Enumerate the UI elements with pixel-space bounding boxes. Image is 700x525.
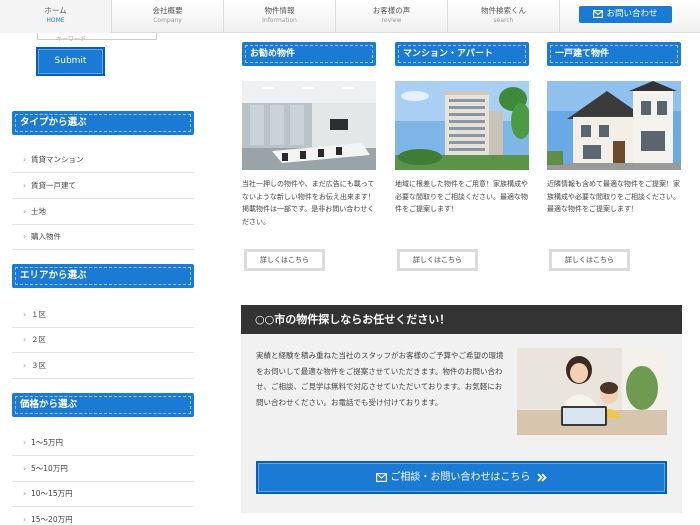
top-nav: ホーム HOME 会社概要 Company 物件情報 Information お… [0, 0, 700, 33]
sidebar-item-type[interactable]: 賃貸マンション [12, 147, 194, 173]
mail-icon [593, 9, 604, 18]
property-description: 当社一押しの物件や、まだ広告にも載ってないような新しい物件をお伝え出来ます！掲載… [242, 180, 375, 226]
sidebar-item-price[interactable]: 1〜5万円 [12, 430, 194, 456]
sidebar-item-price[interactable]: 15〜20万円 [12, 507, 194, 525]
office-photo [242, 81, 376, 170]
sidebar-item-label: 5〜10万円 [31, 464, 68, 473]
nav-label: お客様の声 [372, 6, 411, 15]
nav-sublabel: Company [153, 17, 182, 24]
nav-label: 物件検索くん [481, 6, 526, 15]
sidebar-item-type[interactable]: 土地 [12, 199, 194, 225]
sidebar-item-label: 1〜5万円 [31, 438, 64, 447]
nav-contact-button[interactable]: お問い合わせ [579, 6, 672, 23]
sidebar-item-price[interactable]: 10〜15万円 [12, 481, 194, 507]
nav-item-information[interactable]: 物件情報 Information [224, 0, 336, 33]
sidebar-item-label: 15〜20万円 [31, 515, 73, 524]
sidebar-item-type[interactable]: 賃貸一戸建て [12, 173, 194, 199]
sidebar-item-area[interactable]: ２区 [12, 327, 194, 353]
nav-item-review[interactable]: お客様の声 review [336, 0, 448, 33]
property-heading: マンション・アパート [395, 42, 529, 66]
apartment-photo [395, 81, 529, 170]
search-placeholder: キーワード [56, 36, 87, 43]
promo-title: ○○市の物件探しならお任せください！ [241, 305, 682, 334]
house-photo [547, 81, 681, 170]
sidebar-item-label: 10〜15万円 [31, 489, 73, 498]
property-description: 地域に根差した物件をご用意！家族構成や必要な間取りをご相談ください。最適な物件を… [395, 180, 528, 213]
sidebar-item-label: 購入物件 [31, 232, 61, 241]
sidebar-item-label: 賃貸一戸建て [31, 181, 76, 190]
type-heading: タイプから選ぶ [12, 111, 194, 135]
page: ホーム HOME 会社概要 Company 物件情報 Information お… [0, 0, 700, 525]
nav-item-search[interactable]: 物件検索くん search [448, 0, 560, 33]
sidebar-item-label: ２区 [31, 335, 46, 344]
double-chevron-right-icon [536, 472, 547, 482]
nav-item-company[interactable]: 会社概要 Company [112, 0, 224, 33]
mail-icon [376, 472, 388, 482]
sidebar-item-label: ３区 [31, 361, 46, 370]
property-heading: 一戸建て物件 [547, 42, 681, 66]
sidebar-item-type[interactable]: 購入物件 [12, 224, 194, 250]
sidebar-item-label: 土地 [31, 207, 46, 216]
nav-sublabel: Information [262, 17, 297, 24]
promo-section: ○○市の物件探しならお任せください！ 実績と経験を積み重ねた当社のスタッフがお客… [241, 305, 682, 513]
more-button[interactable]: 詳しくはこちら [244, 249, 325, 271]
nav-label: 会社概要 [152, 6, 183, 15]
more-button[interactable]: 詳しくはこちら [549, 249, 630, 271]
nav-sublabel: review [381, 17, 402, 24]
nav-sublabel: HOME [46, 17, 65, 24]
contact-cta-button[interactable]: ご相談・お問い合わせはこちら [256, 461, 667, 494]
sidebar-item-label: 賃貸マンション [31, 155, 84, 164]
sidebar-item-area[interactable]: ３区 [12, 353, 194, 379]
nav-label: 物件情報 [264, 6, 295, 15]
property-description: 近隣情報も含めて最適な物件をご提案！家族構成や必要な間取りをご相談ください。最適… [547, 180, 680, 213]
price-heading: 価格から選ぶ [12, 393, 194, 417]
sidebar-item-label: １区 [31, 310, 46, 319]
nav-item-home[interactable]: ホーム HOME [0, 0, 112, 33]
sidebar-item-price[interactable]: 5〜10万円 [12, 456, 194, 482]
more-button[interactable]: 詳しくはこちら [397, 249, 478, 271]
family-photo [517, 348, 667, 435]
promo-text: 実績と経験を積み重ねた当社のスタッフがお客様のご予算やご希望の環境をお伺いして最… [256, 351, 504, 408]
nav-sublabel: search [493, 17, 514, 24]
cta-label: ご相談・お問い合わせはこちら [390, 472, 531, 483]
nav-label: ホーム [44, 6, 67, 15]
sidebar-item-area[interactable]: １区 [12, 302, 194, 328]
nav-contact-label: お問い合わせ [606, 9, 658, 19]
submit-button[interactable]: Submit [36, 47, 105, 76]
property-heading: お勧め物件 [242, 42, 376, 66]
area-heading: エリアから選ぶ [12, 264, 194, 288]
